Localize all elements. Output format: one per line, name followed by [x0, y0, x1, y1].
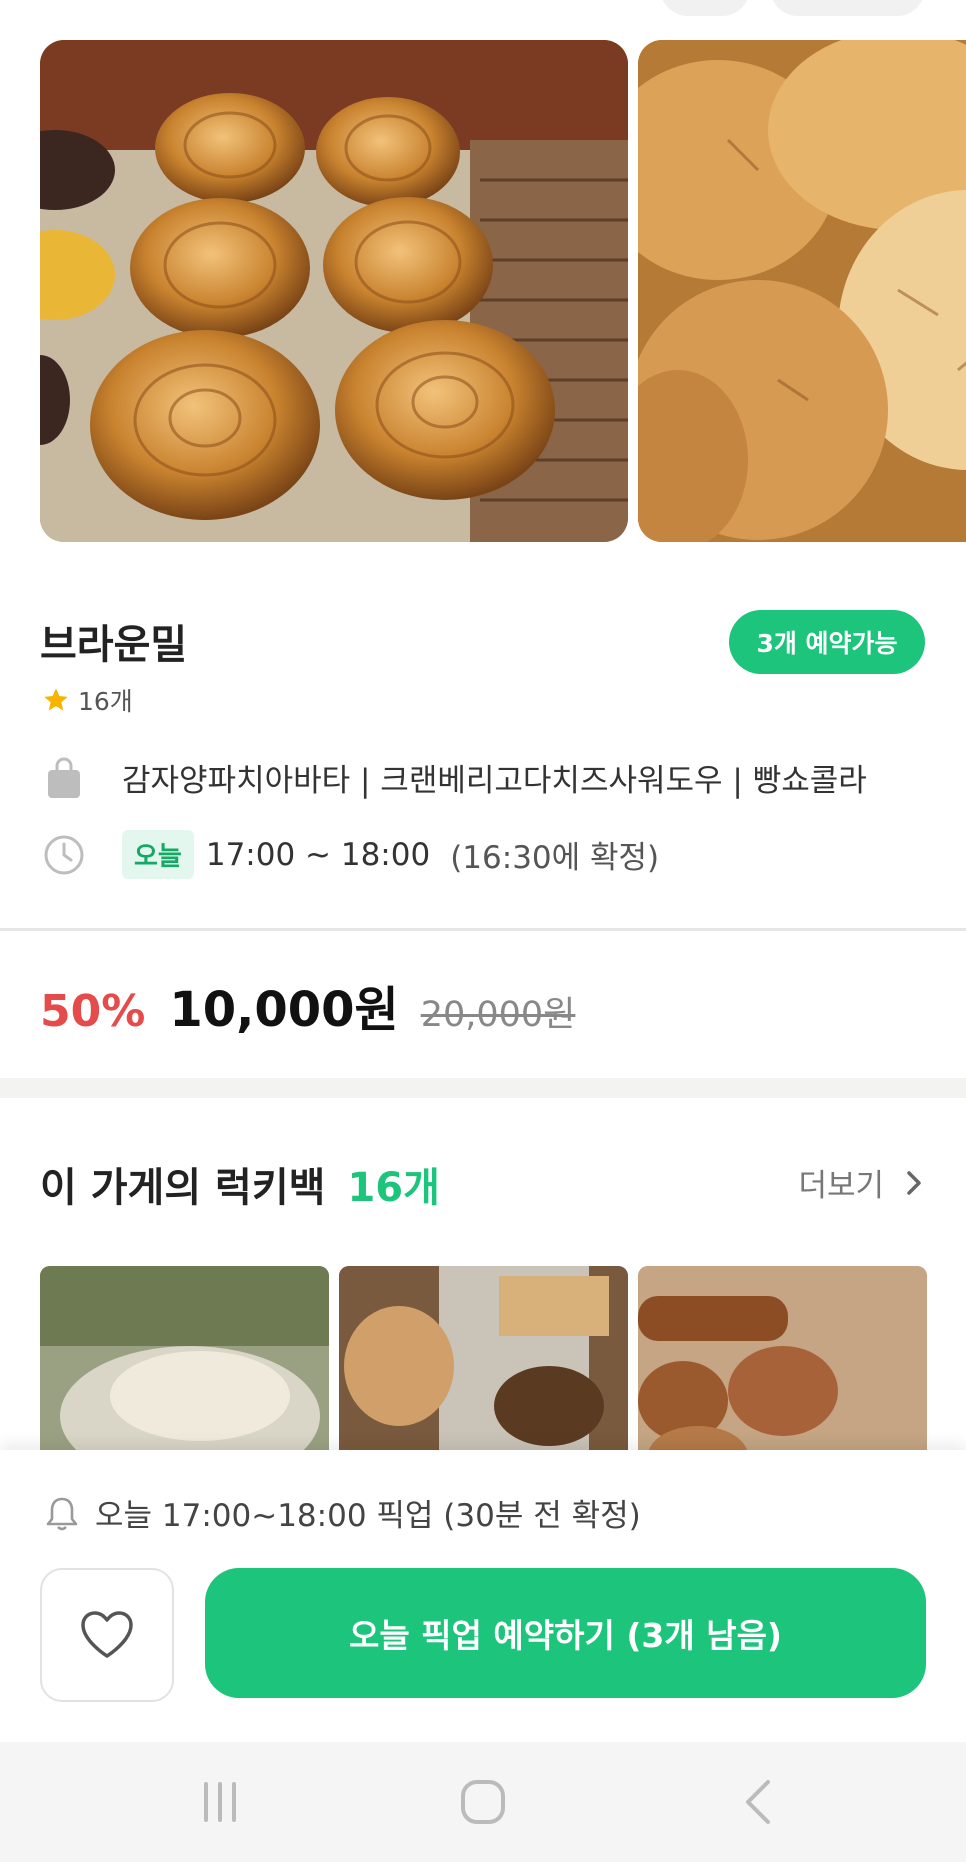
system-nav-bar: [0, 1742, 966, 1862]
top-chip-right[interactable]: [770, 0, 925, 16]
confirm-note: (16:30에 확정): [450, 840, 660, 876]
sale-price: 10,000원: [169, 982, 399, 1038]
pickup-time: 17:00 ~ 18:00: [205, 836, 431, 873]
luckybag-section-title: 이 가게의 럭키백 16개: [40, 1155, 440, 1213]
more-label: 더보기: [798, 1168, 884, 1204]
today-chip: 오늘: [122, 830, 194, 879]
pastry-photo-1: [40, 40, 628, 542]
top-chip-left[interactable]: [660, 0, 750, 16]
star-icon: [44, 688, 68, 711]
discount-rate: 50%: [40, 986, 146, 1037]
pastry-photo-2: [638, 40, 966, 542]
heart-icon: [81, 1611, 133, 1658]
reserve-button[interactable]: 오늘 픽업 예약하기 (3개 남음): [205, 1568, 926, 1698]
luckybag-thumbnails: [40, 1266, 927, 1466]
more-link[interactable]: 더보기: [798, 1160, 926, 1205]
clock-icon: [44, 835, 84, 874]
bottom-action-sheet: 오늘 17:00~18:00 픽업 (30분 전 확정) 오늘 픽업 예약하기 …: [0, 1450, 966, 1742]
shopping-bag-icon: [48, 757, 80, 798]
section-title-text: 이 가게의 럭키백: [40, 1165, 326, 1211]
rating-count: 16개: [78, 687, 133, 716]
favorite-button[interactable]: [40, 1568, 174, 1702]
menu-row: 감자양파치아바타 | 크랜베리고다치즈사워도우 | 빵쇼콜라: [42, 755, 867, 800]
rating: 16개: [42, 682, 133, 718]
home-icon[interactable]: [453, 1774, 513, 1830]
luckybag-thumb-2[interactable]: [339, 1266, 628, 1466]
section-count: 16개: [347, 1165, 440, 1211]
pickup-note-text: 오늘 17:00~18:00 픽업 (30분 전 확정): [95, 1498, 641, 1534]
store-name: 브라운밀: [40, 622, 188, 668]
luckybag-thumb-3[interactable]: [638, 1266, 927, 1466]
price-row: 50% 10,000원 20,000원: [40, 970, 575, 1040]
section-divider: [0, 1078, 966, 1098]
chevron-right-icon: [907, 1170, 921, 1195]
pickup-time-row: 오늘 17:00 ~ 18:00 (16:30에 확정): [42, 830, 659, 879]
pickup-note: 오늘 17:00~18:00 픽업 (30분 전 확정): [45, 1490, 641, 1535]
store-photo-gallery[interactable]: [40, 40, 966, 542]
recent-apps-icon[interactable]: [190, 1774, 250, 1830]
availability-badge: 3개 예약가능: [729, 610, 925, 674]
original-price: 20,000원: [420, 995, 576, 1035]
back-icon[interactable]: [730, 1774, 790, 1830]
luckybag-thumb-1[interactable]: [40, 1266, 329, 1466]
divider: [0, 928, 966, 931]
bell-icon: [46, 1497, 78, 1530]
menu-items: 감자양파치아바타 | 크랜베리고다치즈사워도우 | 빵쇼콜라: [122, 763, 867, 799]
